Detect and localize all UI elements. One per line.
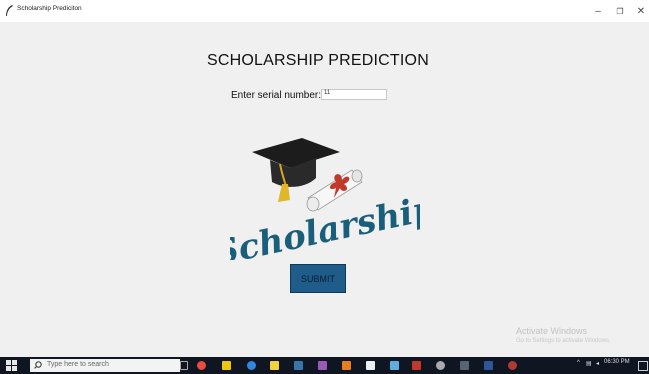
file-explorer-icon[interactable] (222, 361, 231, 370)
taskbar: Type here to search ^ ▤ ◂ 06:30 PM (0, 357, 649, 374)
app-client-area: SCHOLARSHIP PREDICTION Enter serial numb… (0, 22, 649, 357)
store-icon[interactable] (342, 361, 351, 370)
settings-icon[interactable] (436, 361, 445, 370)
submit-button[interactable]: SUBMIT (290, 264, 346, 293)
activate-windows-watermark: Activate Windows (516, 326, 588, 336)
notepad-icon[interactable] (366, 361, 375, 370)
speaker-icon[interactable]: ◂ (596, 360, 599, 367)
paint-icon[interactable] (318, 361, 327, 370)
word-icon[interactable] (484, 361, 493, 370)
task-view-icon[interactable] (180, 361, 188, 370)
edge-icon[interactable] (247, 361, 256, 370)
taskbar-search[interactable]: Type here to search (30, 359, 180, 372)
terminal-icon[interactable] (460, 361, 469, 370)
serial-number-label: Enter serial number: (231, 90, 322, 101)
window-title: Scholarship Prediciton (17, 5, 82, 12)
spider-icon[interactable] (508, 361, 517, 370)
search-placeholder: Type here to search (47, 361, 109, 368)
search-icon (34, 361, 42, 369)
page-title: SCHOLARSHIP PREDICTION (207, 52, 429, 69)
minimize-button[interactable]: – (587, 2, 609, 20)
activate-windows-hint: Go to Settings to activate Windows. (516, 338, 611, 344)
network-icon[interactable]: ▤ (586, 360, 592, 367)
close-button[interactable]: ✕ (630, 2, 649, 20)
python-icon[interactable] (294, 361, 303, 370)
chevron-up-icon[interactable]: ^ (577, 360, 580, 366)
acrobat-icon[interactable] (412, 361, 421, 370)
title-bar: Scholarship Prediciton – ❐ ✕ (0, 0, 649, 22)
scholarship-logo: Scholarship (230, 138, 420, 260)
clock-time[interactable]: 06:30 PM (604, 359, 630, 365)
sticky-notes-icon[interactable] (270, 361, 279, 370)
windows-start-icon[interactable] (6, 360, 17, 371)
app-icon[interactable] (390, 361, 399, 370)
notification-icon[interactable] (638, 361, 648, 371)
serial-number-input[interactable]: 11 (321, 89, 387, 100)
feather-icon (6, 5, 13, 16)
maximize-button[interactable]: ❐ (609, 2, 631, 20)
chrome-icon[interactable] (197, 361, 206, 370)
